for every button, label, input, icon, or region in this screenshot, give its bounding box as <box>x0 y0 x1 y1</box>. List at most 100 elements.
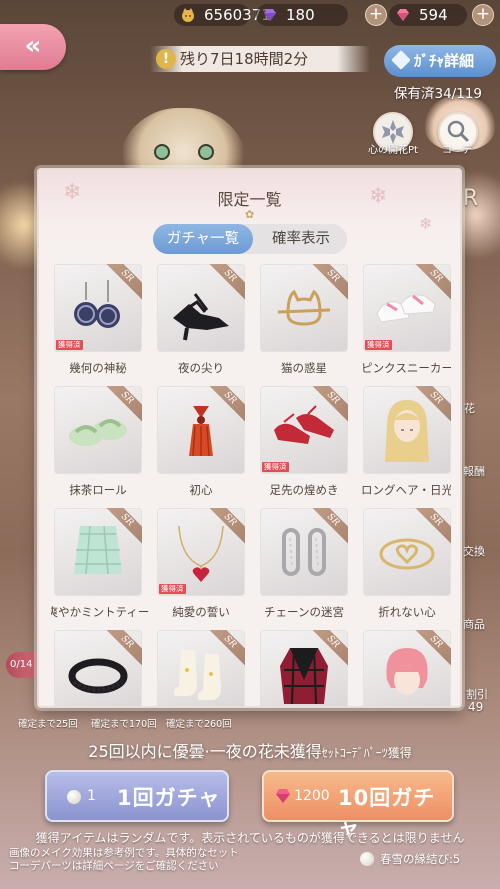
item-thumbnail: SR <box>54 386 142 474</box>
coordinate-label: コーデ <box>442 145 472 156</box>
item-name: チェーンの迷宮 <box>264 605 344 619</box>
item-card[interactable]: SR 折れない心 <box>363 508 451 630</box>
spring-snow-bond-text: 春雪の縁結び:5 <box>380 852 461 866</box>
earrings-icon <box>74 280 120 328</box>
ten-gacha-button[interactable]: 1200 10回ガチャ <box>262 770 454 840</box>
remaining-time-text: 残り7日18時間2分 <box>180 50 309 68</box>
item-thumbnail: SR <box>363 386 451 474</box>
pearl-icon <box>67 790 81 804</box>
owned-tag: 獲得済 <box>159 584 186 594</box>
item-card[interactable]: SR 獲得済 ピンクスニーカー <box>361 264 451 386</box>
item-card[interactable]: SR 獲得済 足先の煌めき <box>260 386 348 508</box>
item-thumbnail: SR <box>363 508 451 596</box>
cat-eye <box>198 144 214 160</box>
owned-tag: 獲得済 <box>56 340 83 350</box>
plaid-jacket-icon <box>280 647 328 705</box>
milestone-label: 確定まで170回 <box>91 719 157 730</box>
tab-probability[interactable]: 確率表示 <box>257 224 345 254</box>
modal-tabs: ガチャ一覧 確率表示 <box>153 224 347 254</box>
chain-earrings-icon <box>282 528 326 576</box>
side-label-reward[interactable]: 報酬 <box>463 463 485 479</box>
item-card[interactable]: SR 抹茶ロール <box>54 386 142 508</box>
item-thumbnail: SR <box>157 630 245 706</box>
add-diamond-button[interactable]: + <box>365 4 387 26</box>
diamond-amount: 180 <box>286 6 315 24</box>
single-gacha-button[interactable]: 1 1回ガチャ <box>45 770 229 822</box>
title-ornament-icon: ✿ <box>245 208 255 221</box>
item-thumbnail: SR 獲得済 <box>54 264 142 352</box>
side-label-flower[interactable]: 花 <box>464 400 475 416</box>
modal-title: 限定一覧 <box>217 190 282 209</box>
purple-diamond-icon <box>264 9 276 21</box>
heart-necklace-icon <box>178 525 224 582</box>
item-card[interactable]: SR <box>54 630 142 706</box>
item-card[interactable]: SR 獲得済 幾何の神秘 <box>54 264 142 386</box>
footnote-line: 画像のメイク効果は参考例です。具体的なセット <box>9 847 239 859</box>
item-name: 夜の尖り <box>178 361 224 375</box>
heart-bloom-label: 心の開花Pt <box>368 145 418 156</box>
item-thumbnail: SR <box>260 264 348 352</box>
item-card[interactable]: SR <box>157 630 245 706</box>
item-card[interactable]: SR 夜の尖り <box>157 264 245 386</box>
black-heels-icon <box>173 293 229 341</box>
gacha-detail-button[interactable]: ｶﾞﾁｬ詳細 <box>384 45 496 77</box>
owned-count: 保有済34/119 <box>394 86 482 102</box>
back-button[interactable]: « <box>0 24 66 70</box>
bonus-small-text: ｾｯﾄｺｰﾃﾞﾊﾟｰﾂ獲得 <box>321 746 412 760</box>
item-card[interactable]: SR 爽やかミントティー <box>51 508 149 630</box>
exclamation-icon: ! <box>156 49 176 69</box>
item-name: 爽やかミントティー <box>51 605 150 619</box>
bonus-banner: 25回以内に優曇·一夜の花未獲得ｾｯﾄｺｰﾃﾞﾊﾟｰﾂ獲得 <box>0 738 500 762</box>
item-card[interactable]: SR <box>260 630 348 706</box>
tab-gacha-list[interactable]: ガチャ一覧 <box>153 224 253 254</box>
item-thumbnail: SR 獲得済 <box>260 386 348 474</box>
side-tab-letter: R <box>463 186 479 211</box>
item-thumbnail: SR <box>363 630 451 706</box>
item-name: ピンクスニーカー <box>361 361 451 375</box>
item-card[interactable]: SR 初心 <box>157 386 245 508</box>
coin-counter: 6560371 <box>174 4 271 26</box>
item-name: 猫の惑星 <box>281 361 327 375</box>
makeup-footnote: 画像のメイク効果は参考例です。具体的なセット コーデパーツは詳細ページをご確認く… <box>9 847 239 873</box>
mint-skirt-icon <box>74 525 122 575</box>
item-thumbnail: SR 獲得済 <box>157 508 245 596</box>
owned-tag: 獲得済 <box>365 340 392 350</box>
item-thumbnail: SR <box>157 264 245 352</box>
item-name: 折れない心 <box>378 605 436 619</box>
side-label-goods[interactable]: 商品 <box>463 616 485 632</box>
diamond-counter: 180 <box>256 4 348 26</box>
heart-bracelet-icon <box>379 538 435 570</box>
item-card[interactable]: SR ロングヘア・日光 <box>361 386 451 508</box>
item-card[interactable]: SR <box>363 630 451 706</box>
currency-bar: 6560371 180 + 594 + <box>0 0 500 30</box>
footnote-line: コーデパーツは詳細ページをご確認ください <box>9 860 219 872</box>
pink-sneakers-icon <box>376 294 436 323</box>
black-choker-icon <box>68 658 128 694</box>
ten-gacha-cost: 1200 <box>294 788 330 804</box>
item-card[interactable]: SR 獲得済 純愛の誓い <box>157 508 245 630</box>
pink-gem-icon <box>397 9 409 21</box>
item-card[interactable]: SR 猫の惑星 <box>260 264 348 386</box>
item-name: ロングヘア・日光 <box>361 483 451 497</box>
item-name: 抹茶ロール <box>69 483 127 497</box>
item-thumbnail: SR <box>260 508 348 596</box>
gacha-detail-label: ｶﾞﾁｬ詳細 <box>414 52 475 70</box>
spring-snow-bond-counter[interactable]: 春雪の縁結び:5 <box>358 848 494 870</box>
item-thumbnail: SR 獲得済 <box>363 264 451 352</box>
item-card[interactable]: SR チェーンの迷宮 <box>260 508 348 630</box>
cat-eye <box>154 144 170 160</box>
red-flats-icon <box>274 405 334 444</box>
remaining-time-banner: ! 残り7日18時間2分 <box>150 46 370 72</box>
item-name: 幾何の神秘 <box>69 361 127 375</box>
pink-gem-icon <box>276 789 290 803</box>
disclaimer-text: 獲得アイテムはランダムです。表示されているものが獲得できるとは限りません <box>35 831 465 845</box>
limited-list-modal: ❄ ❄ ❄ 限定一覧 ✿ ガチャ一覧 確率表示 SR 獲得済 幾何の神秘 SR … <box>37 168 462 708</box>
side-label-exchange[interactable]: 交換 <box>463 543 485 559</box>
add-gem-button[interactable]: + <box>472 4 494 26</box>
item-grid: SR 獲得済 幾何の神秘 SR 夜の尖り SR 猫の惑星 SR 獲得済 ピンクス… <box>51 264 451 706</box>
item-name: 純愛の誓い <box>172 605 230 619</box>
pink-short-hair-icon <box>386 648 428 695</box>
socks-icon <box>173 650 221 700</box>
owned-tag: 獲得済 <box>262 462 289 472</box>
cat-coin-icon <box>182 8 194 22</box>
